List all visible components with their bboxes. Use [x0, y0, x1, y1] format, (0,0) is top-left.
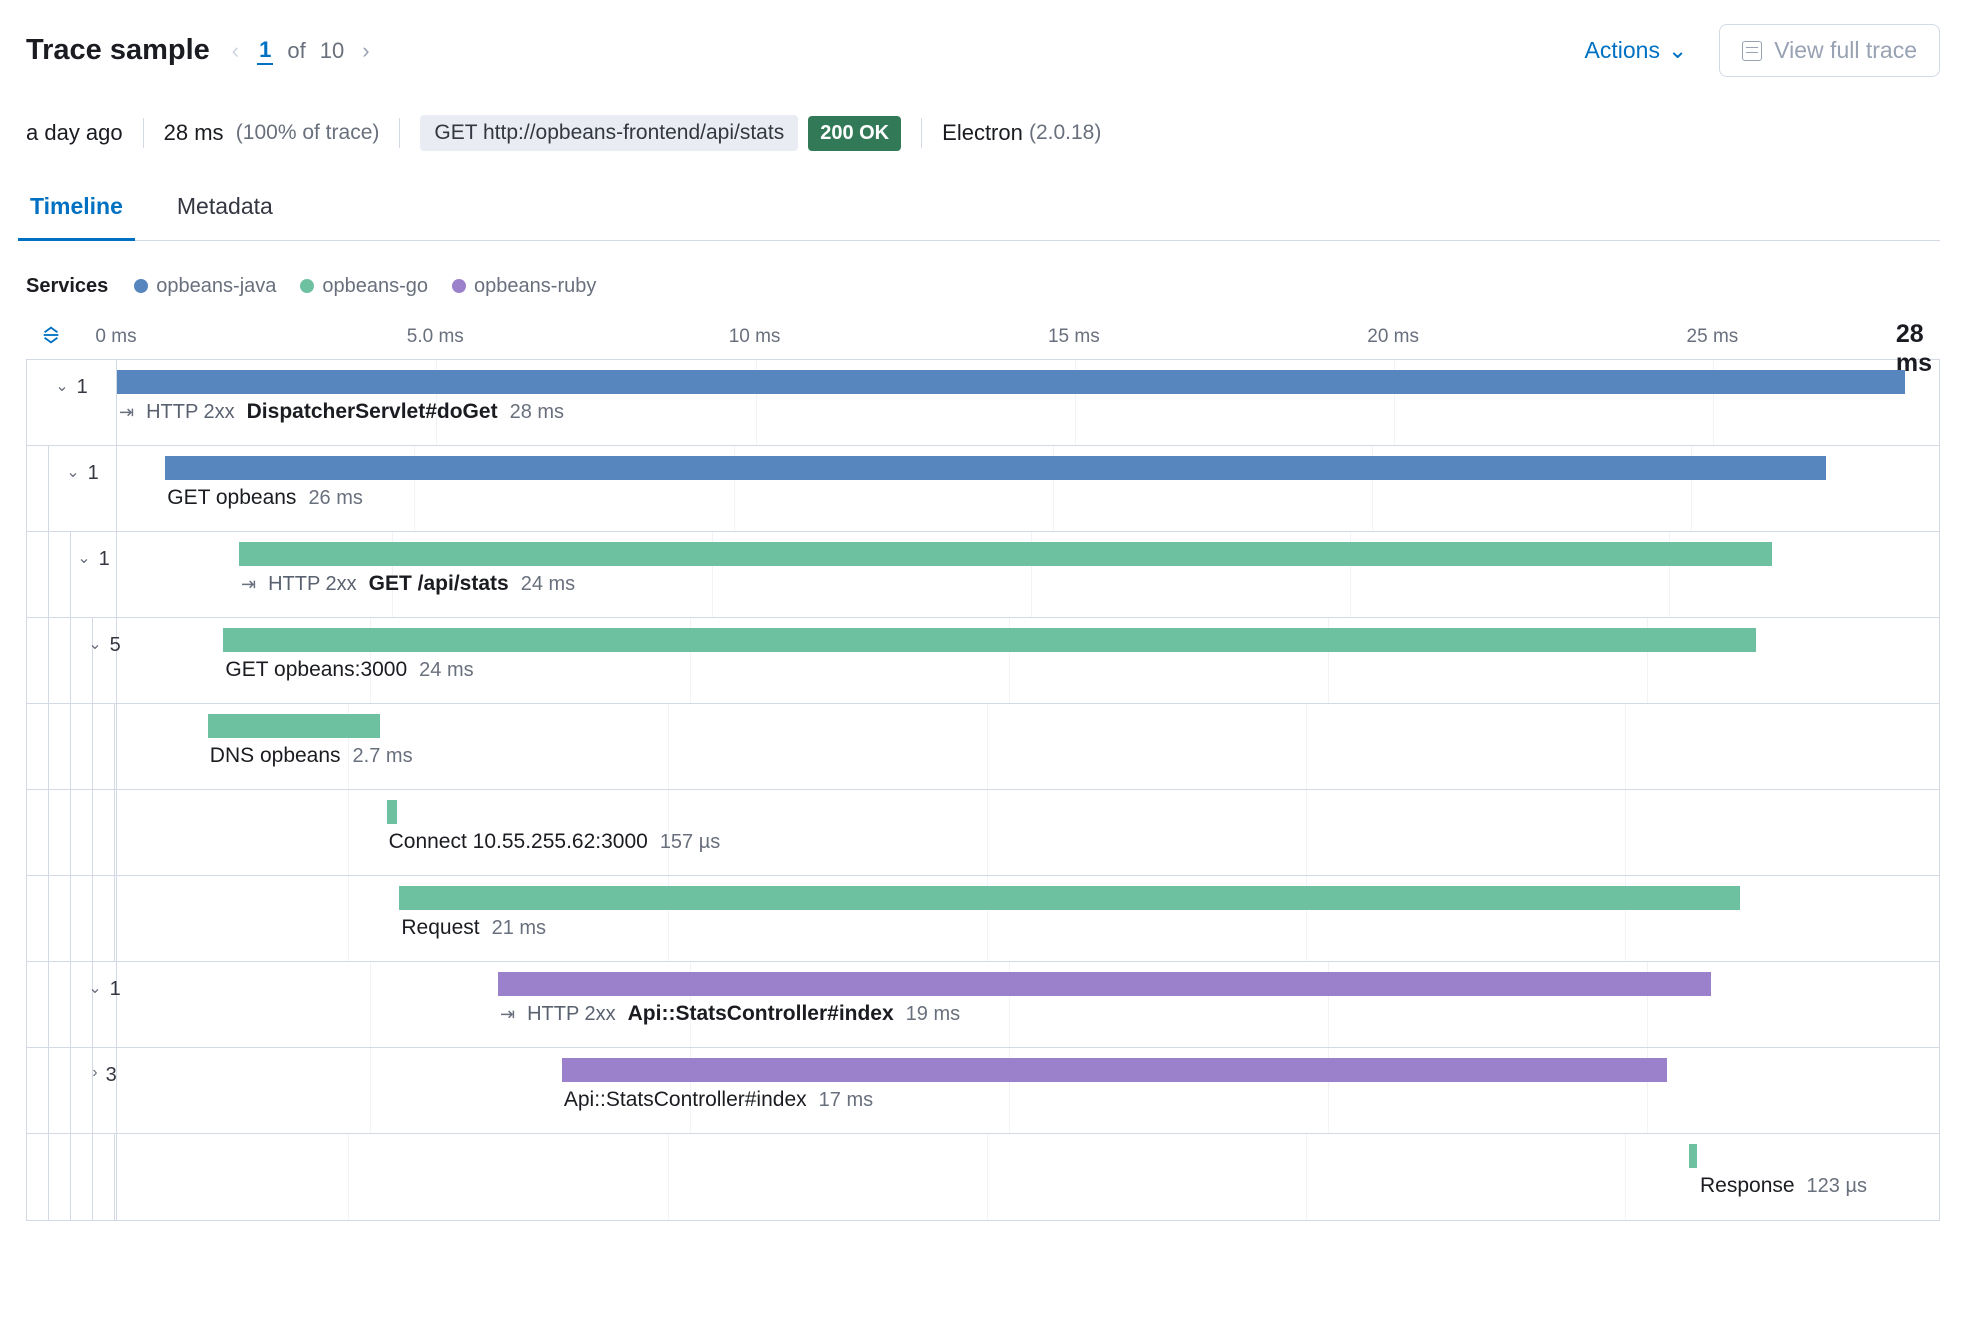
tabs: Timeline Metadata	[26, 193, 1940, 241]
waterfall: ⌄1⇥HTTP 2xxDispatcherServlet#doGet28 ms⌄…	[26, 360, 1940, 1221]
actions-dropdown[interactable]: Actions ⌄	[1571, 29, 1702, 72]
pager-current[interactable]: 1	[257, 37, 273, 65]
span-caption: Response123 µs	[1700, 1174, 1867, 1198]
chevron-icon: ⌄	[55, 376, 68, 396]
span-row[interactable]: Connect 10.55.255.62:3000157 µs	[27, 790, 1939, 876]
span-bar[interactable]	[223, 628, 1756, 652]
chevron-icon: ⌄	[88, 634, 101, 654]
axis-tick: 20 ms	[1367, 326, 1419, 348]
span-bar[interactable]	[562, 1058, 1667, 1082]
services-legend: Services opbeans-javaopbeans-goopbeans-r…	[26, 275, 1940, 298]
span-caption: GET opbeans26 ms	[167, 486, 363, 510]
span-toggle[interactable]: ⌄5	[93, 618, 117, 703]
span-row[interactable]: Response123 µs	[27, 1134, 1939, 1220]
span-toggle[interactable]: ⌄1	[49, 446, 117, 531]
span-toggle[interactable]: ⌄1	[27, 360, 117, 445]
time-axis: 0 ms5.0 ms10 ms15 ms20 ms25 ms28 ms	[26, 320, 1940, 360]
axis-tick: 25 ms	[1687, 326, 1739, 348]
span-row[interactable]: ⌄1 ⇥HTTP 2xxApi::StatsController#index19 …	[27, 962, 1939, 1048]
trace-summary: a day ago 28 ms (100% of trace) GET http…	[26, 115, 1940, 151]
span-bar[interactable]	[239, 542, 1772, 566]
span-row[interactable]: ›3 Api::StatsController#index17 ms	[27, 1048, 1939, 1134]
span-caption: Request21 ms	[401, 916, 546, 940]
span-row[interactable]: DNS opbeans2.7 ms	[27, 704, 1939, 790]
axis-tick: 15 ms	[1048, 326, 1100, 348]
pager-prev[interactable]: ‹	[228, 34, 243, 68]
span-lane[interactable]: Api::StatsController#index17 ms	[117, 1048, 1903, 1133]
trace-pct: (100% of trace)	[236, 121, 380, 145]
span-lane[interactable]: ⇥HTTP 2xxGET /api/stats24 ms	[117, 532, 1903, 617]
span-caption: ⇥HTTP 2xxGET /api/stats24 ms	[241, 572, 575, 596]
span-caption: Api::StatsController#index17 ms	[564, 1088, 873, 1112]
span-lane[interactable]: Request21 ms	[117, 876, 1903, 961]
span-bar[interactable]	[165, 456, 1825, 480]
status-badge: 200 OK	[808, 116, 901, 151]
span-toggle[interactable]: ›3	[93, 1048, 117, 1133]
agent-version: (2.0.18)	[1029, 121, 1101, 145]
legend-item: opbeans-go	[300, 275, 428, 297]
span-toggle[interactable]: ⌄1	[93, 962, 117, 1047]
agent-name: Electron	[942, 120, 1023, 146]
span-caption: ⇥HTTP 2xxApi::StatsController#index19 ms	[500, 1002, 960, 1026]
span-bar[interactable]	[498, 972, 1711, 996]
span-bar[interactable]	[399, 886, 1740, 910]
span-lane[interactable]: DNS opbeans2.7 ms	[117, 704, 1903, 789]
view-full-trace-button[interactable]: View full trace	[1719, 24, 1940, 77]
chevron-icon: ⌄	[77, 548, 90, 568]
span-caption: Connect 10.55.255.62:3000157 µs	[389, 830, 721, 854]
trace-age: a day ago	[26, 120, 123, 146]
span-bar[interactable]	[1689, 1144, 1697, 1168]
span-lane[interactable]: GET opbeans:300024 ms	[117, 618, 1903, 703]
axis-tick: 10 ms	[729, 326, 781, 348]
legend-item: opbeans-java	[134, 275, 276, 297]
span-caption: GET opbeans:300024 ms	[225, 658, 473, 682]
span-row[interactable]: ⌄1 ⇥HTTP 2xxGET /api/stats24 ms	[27, 532, 1939, 618]
sample-pager: ‹ 1 of 10 ›	[228, 34, 374, 68]
span-row[interactable]: ⌄1 GET opbeans26 ms	[27, 446, 1939, 532]
chevron-icon: ›	[92, 1064, 97, 1082]
span-caption: ⇥HTTP 2xxDispatcherServlet#doGet28 ms	[119, 400, 564, 424]
pager-next[interactable]: ›	[358, 34, 373, 68]
chevron-icon: ⌄	[88, 978, 101, 998]
trace-duration: 28 ms	[164, 120, 224, 146]
span-bar[interactable]	[208, 714, 380, 738]
incoming-icon: ⇥	[500, 1004, 515, 1025]
incoming-icon: ⇥	[119, 402, 134, 423]
chevron-icon: ⌄	[66, 462, 79, 482]
span-caption: DNS opbeans2.7 ms	[210, 744, 413, 768]
span-lane[interactable]: ⇥HTTP 2xxDispatcherServlet#doGet28 ms	[117, 360, 1903, 445]
span-lane[interactable]: Response123 µs	[117, 1134, 1903, 1220]
span-lane[interactable]: ⇥HTTP 2xxApi::StatsController#index19 ms	[117, 962, 1903, 1047]
span-row[interactable]: ⌄5 GET opbeans:300024 ms	[27, 618, 1939, 704]
request-badge: GET http://opbeans-frontend/api/stats	[420, 115, 798, 151]
incoming-icon: ⇥	[241, 574, 256, 595]
span-bar[interactable]	[117, 370, 1905, 394]
page-title: Trace sample	[26, 34, 210, 67]
span-row[interactable]: ⌄1⇥HTTP 2xxDispatcherServlet#doGet28 ms	[27, 360, 1939, 446]
span-toggle[interactable]: ⌄1	[71, 532, 117, 617]
axis-tick: 5.0 ms	[407, 326, 464, 348]
span-row[interactable]: Request21 ms	[27, 876, 1939, 962]
span-lane[interactable]: Connect 10.55.255.62:3000157 µs	[117, 790, 1903, 875]
tab-timeline[interactable]: Timeline	[26, 193, 127, 240]
span-bar[interactable]	[387, 800, 397, 824]
tab-metadata[interactable]: Metadata	[173, 193, 277, 240]
document-icon	[1742, 41, 1762, 61]
axis-tick: 0 ms	[95, 326, 136, 348]
legend-item: opbeans-ruby	[452, 275, 596, 297]
span-lane[interactable]: GET opbeans26 ms	[117, 446, 1903, 531]
chevron-down-icon: ⌄	[1668, 37, 1687, 64]
